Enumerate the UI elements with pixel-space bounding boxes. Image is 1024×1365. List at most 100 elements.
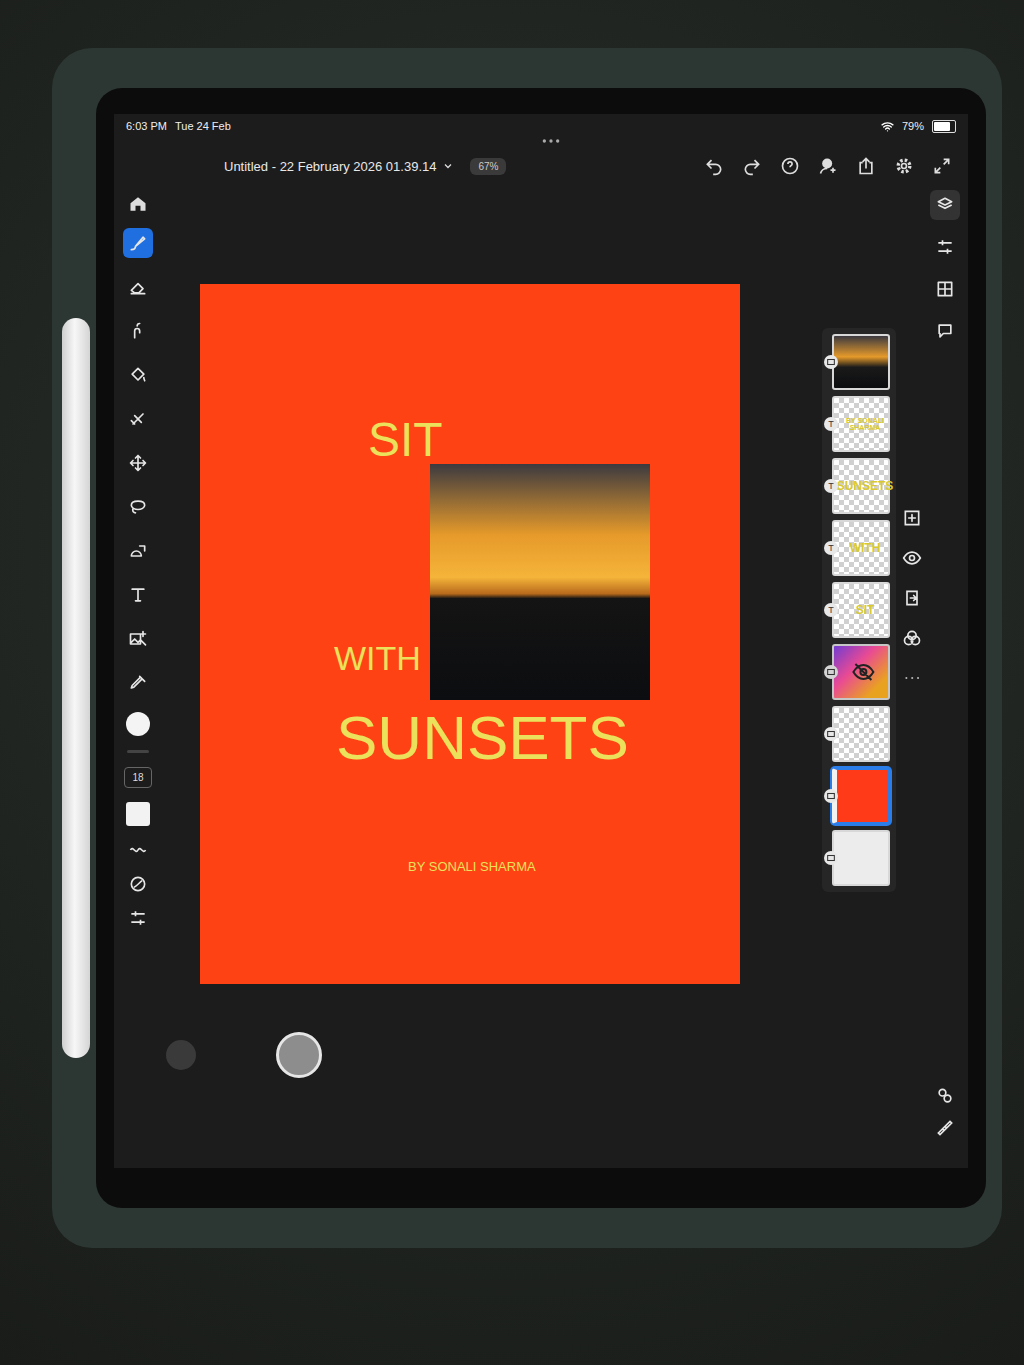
tool-button[interactable] [123, 316, 153, 346]
layer-type-badge: T [824, 541, 838, 555]
tool-button[interactable] [123, 404, 153, 434]
rail-button[interactable] [930, 232, 960, 262]
layer-action-icon[interactable] [902, 628, 922, 648]
apple-pencil[interactable] [62, 318, 90, 1058]
brush-size[interactable]: 18 [124, 767, 152, 788]
tool-button[interactable] [123, 228, 153, 258]
tool-button[interactable] [123, 272, 153, 302]
tool-icon [128, 585, 148, 605]
poster-title-middle[interactable]: WITH [334, 640, 421, 677]
layer-thumbnail[interactable] [832, 830, 890, 886]
layer-item[interactable]: T WITH [824, 520, 890, 576]
settings-gear-icon[interactable] [894, 156, 914, 176]
layer-item[interactable]: T SUNSETS [824, 458, 890, 514]
brush-stroke-icon[interactable] [128, 840, 148, 860]
status-time: 6:03 PM [126, 120, 167, 132]
layer-type-badge [824, 727, 838, 741]
poster-canvas[interactable]: SIT WITH SUNSETS BY SONALI SHARMA [200, 284, 740, 984]
tool-icon [128, 233, 148, 253]
screen: 6:03 PM Tue 24 Feb 79% Untitled - 22 Feb… [114, 114, 968, 1168]
brush-opacity-swatch[interactable] [126, 802, 150, 826]
rail-button[interactable] [930, 190, 960, 220]
chevron-down-icon[interactable] [442, 160, 454, 172]
desk-background: 6:03 PM Tue 24 Feb 79% Untitled - 22 Feb… [0, 0, 1024, 1365]
battery-percent: 79% [902, 120, 924, 132]
share-icon[interactable] [856, 156, 876, 176]
tool-button[interactable] [123, 668, 153, 698]
layer-type-badge [824, 665, 838, 679]
ipad: 6:03 PM Tue 24 Feb 79% Untitled - 22 Feb… [96, 88, 986, 1208]
image-layer-icon [826, 357, 836, 367]
layer-thumbnail-text: SUNSETS [837, 480, 894, 492]
panel-icon [935, 279, 955, 299]
touch-shortcut-button[interactable] [276, 1032, 322, 1078]
image-layer-icon [826, 667, 836, 677]
tool-button[interactable] [123, 360, 153, 390]
tool-bar: 18 [114, 188, 162, 1168]
layer-thumbnail[interactable] [832, 644, 890, 700]
color-swatch[interactable] [126, 712, 150, 736]
layer-action-icon[interactable] [902, 668, 922, 688]
layer-item[interactable]: T BY SONALI SHARMA [824, 396, 890, 452]
layer-thumbnail[interactable]: SUNSETS [832, 458, 890, 514]
layer-thumbnail[interactable] [832, 768, 890, 824]
layer-item[interactable] [824, 644, 890, 700]
layer-type-badge [824, 789, 838, 803]
ipad-case: 6:03 PM Tue 24 Feb 79% Untitled - 22 Feb… [52, 48, 1002, 1248]
zoom-level[interactable]: 67% [470, 158, 506, 175]
document-title[interactable]: Untitled - 22 February 2026 01.39.14 [224, 159, 454, 174]
layer-item[interactable]: T SIT [824, 582, 890, 638]
redo-icon[interactable] [742, 156, 762, 176]
separator [127, 750, 149, 753]
panel-icon [935, 321, 955, 341]
properties-icon[interactable] [935, 1086, 955, 1106]
tool-button[interactable] [123, 536, 153, 566]
status-bar: 6:03 PM Tue 24 Feb 79% [114, 114, 968, 138]
multitask-dots-icon[interactable] [541, 138, 561, 144]
layer-thumbnail[interactable]: BY SONALI SHARMA [832, 396, 890, 452]
ruler-icon[interactable] [935, 1118, 955, 1138]
wifi-icon [881, 120, 894, 133]
layer-thumbnail[interactable]: WITH [832, 520, 890, 576]
tool-options-icon[interactable] [128, 908, 148, 928]
help-icon[interactable] [780, 156, 800, 176]
layer-action-icon[interactable] [902, 508, 922, 528]
status-date: Tue 24 Feb [175, 120, 231, 132]
home-icon[interactable] [128, 194, 148, 214]
layer-action-icon[interactable] [902, 548, 922, 568]
layers-panel: T BY SONALI SHARMA T SUNSETS T WITH T SI… [822, 188, 922, 1168]
layer-item[interactable] [824, 706, 890, 762]
tool-icon [128, 673, 148, 693]
tool-icon [128, 541, 148, 561]
layer-item[interactable] [824, 334, 890, 390]
layer-type-badge: T [824, 417, 838, 431]
layer-item[interactable] [824, 768, 890, 824]
fullscreen-icon[interactable] [932, 156, 952, 176]
tool-button[interactable] [123, 492, 153, 522]
tool-button[interactable] [123, 580, 153, 610]
rail-button[interactable] [930, 274, 960, 304]
tool-icon [128, 409, 148, 429]
rail-button[interactable] [930, 316, 960, 346]
poster-byline[interactable]: BY SONALI SHARMA [408, 860, 536, 874]
layer-thumbnail[interactable]: SIT [832, 582, 890, 638]
tool-icon [128, 277, 148, 297]
layer-thumbnail[interactable] [832, 706, 890, 762]
layer-item[interactable] [824, 830, 890, 886]
layer-type-badge [824, 355, 838, 369]
right-rail [922, 188, 968, 1168]
poster-title-top[interactable]: SIT [368, 414, 443, 467]
layer-thumbnail[interactable] [832, 334, 890, 390]
image-layer-icon [826, 729, 836, 739]
invite-user-icon[interactable] [818, 156, 838, 176]
layer-actions [902, 328, 922, 688]
tool-button[interactable] [123, 624, 153, 654]
touch-modifier-button[interactable] [166, 1040, 196, 1070]
sunset-photo[interactable] [430, 464, 650, 700]
panel-icon [935, 237, 955, 257]
poster-title-bottom[interactable]: SUNSETS [336, 704, 629, 772]
layer-action-icon[interactable] [902, 588, 922, 608]
undo-icon[interactable] [704, 156, 724, 176]
smoothing-icon[interactable] [128, 874, 148, 894]
tool-button[interactable] [123, 448, 153, 478]
